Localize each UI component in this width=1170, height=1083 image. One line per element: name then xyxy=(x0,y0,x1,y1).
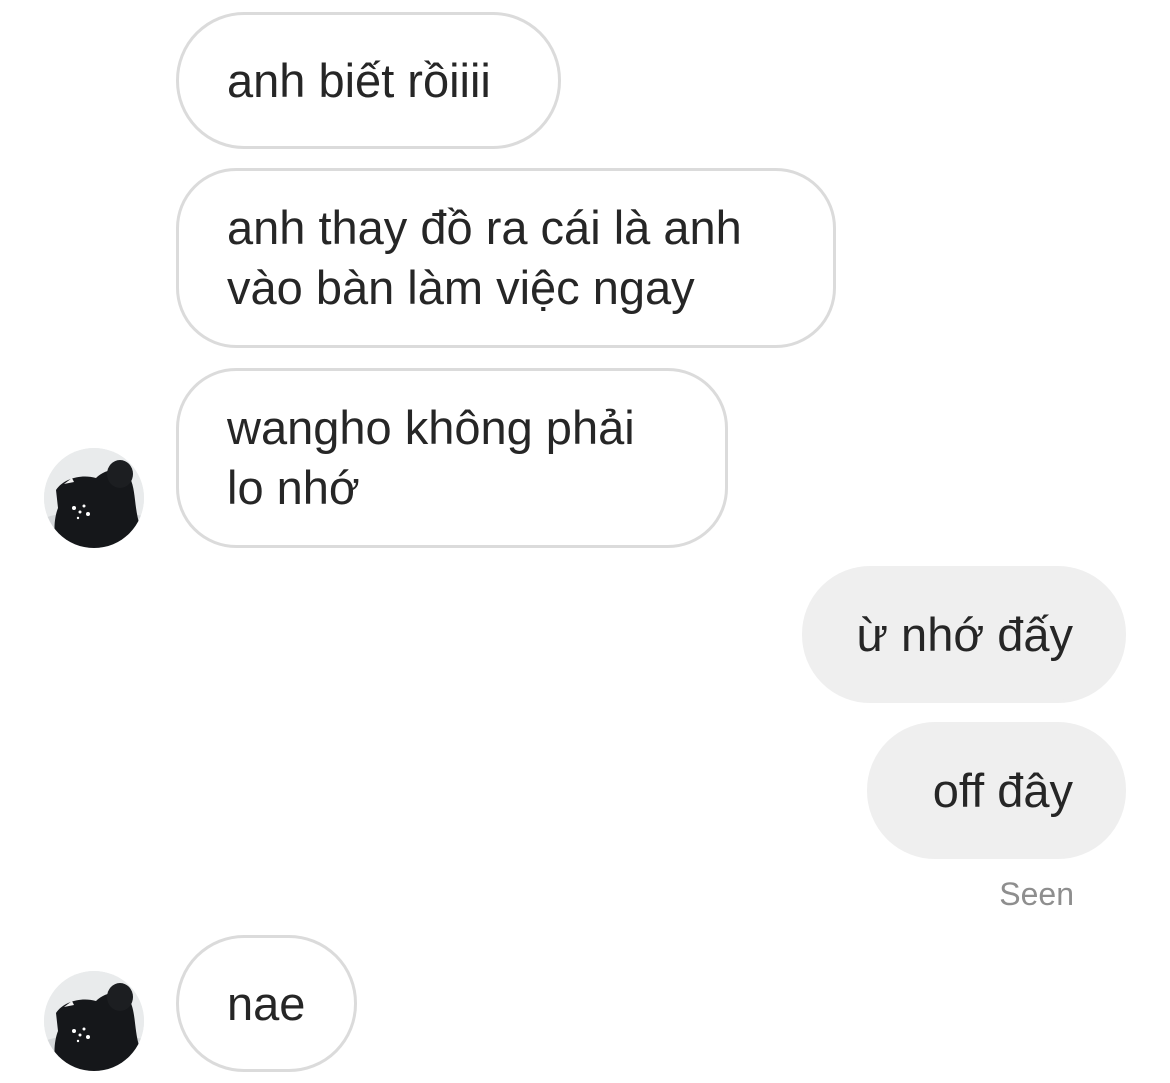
seen-status: Seen xyxy=(999,876,1074,912)
message-text: wangho không phải lo nhớ xyxy=(227,401,635,514)
message-text: off đây xyxy=(932,763,1073,817)
message-bubble-received[interactable]: anh thay đồ ra cái là anh vào bàn làm vi… xyxy=(176,168,836,348)
message-text: ừ nhớ đấy xyxy=(856,607,1073,661)
profile-photo-icon xyxy=(44,971,144,1071)
sender-avatar[interactable] xyxy=(44,971,144,1071)
message-bubble-received[interactable]: anh biết rồiiii xyxy=(176,12,561,149)
message-bubble-received[interactable]: nae xyxy=(176,935,357,1072)
message-bubble-received[interactable]: wangho không phải lo nhớ xyxy=(176,368,728,548)
message-text: anh thay đồ ra cái là anh vào bàn làm vi… xyxy=(227,201,742,314)
sender-avatar[interactable] xyxy=(44,448,144,548)
profile-photo-icon xyxy=(44,448,144,548)
message-text: nae xyxy=(227,976,306,1030)
message-bubble-sent[interactable]: ừ nhớ đấy xyxy=(802,566,1126,703)
message-text: anh biết rồiiii xyxy=(227,53,491,107)
message-bubble-sent[interactable]: off đây xyxy=(867,722,1126,859)
